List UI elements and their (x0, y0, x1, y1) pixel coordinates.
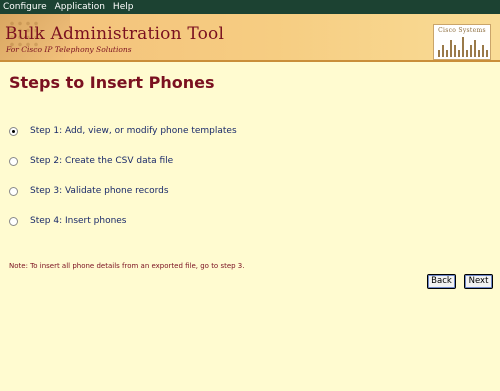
menu-application[interactable]: Application (52, 0, 108, 14)
step-1-option[interactable]: Step 1: Add, view, or modify phone templ… (9, 126, 237, 136)
step-label: Step 3: Validate phone records (30, 186, 169, 196)
app-title: Bulk Administration Tool (5, 24, 225, 44)
note-text: Note: To insert all phone details from a… (9, 262, 245, 270)
logo-bars-icon (438, 37, 488, 57)
menu-configure[interactable]: Configure (0, 0, 50, 14)
step-label: Step 2: Create the CSV data file (30, 156, 174, 166)
step-3-option[interactable]: Step 3: Validate phone records (9, 186, 169, 196)
radio-button-icon[interactable] (9, 186, 18, 196)
radio-button-icon[interactable] (9, 156, 18, 166)
logo-text: Cisco Systems (438, 27, 486, 34)
next-button[interactable]: Next (464, 274, 493, 289)
step-2-option[interactable]: Step 2: Create the CSV data file (9, 156, 173, 166)
radio-button-selected-icon[interactable] (9, 126, 18, 136)
menu-bar: Configure Application Help (0, 0, 500, 14)
cisco-logo: Cisco Systems (433, 24, 491, 60)
menu-help[interactable]: Help (110, 0, 137, 14)
header-banner: Bulk Administration Tool For Cisco IP Te… (0, 14, 500, 62)
app-subtitle: For Cisco IP Telephony Solutions (6, 45, 132, 54)
step-label: Step 1: Add, view, or modify phone templ… (30, 126, 237, 136)
step-4-option[interactable]: Step 4: Insert phones (9, 216, 127, 226)
radio-button-icon[interactable] (9, 216, 18, 226)
step-label: Step 4: Insert phones (30, 216, 127, 226)
back-button[interactable]: Back (427, 274, 456, 289)
page-title: Steps to Insert Phones (9, 73, 215, 92)
